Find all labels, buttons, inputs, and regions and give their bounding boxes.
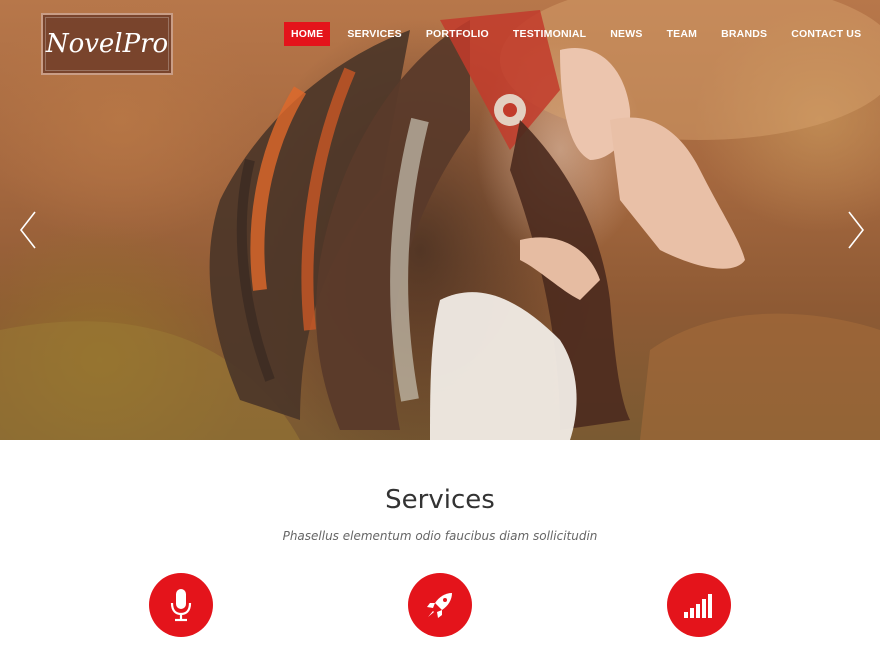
microphone-icon [170, 589, 192, 622]
nav-portfolio[interactable]: PORTFOLIO [419, 22, 496, 46]
service-microphone [149, 573, 213, 637]
site-logo[interactable]: NovelPro [41, 13, 173, 75]
services-title: Services [385, 485, 495, 515]
slider-prev-button[interactable] [18, 210, 38, 250]
logo-text: NovelPro [45, 29, 169, 59]
services-subtitle: Phasellus elementum odio faucibus diam s… [282, 529, 598, 543]
slider-next-button[interactable] [846, 210, 866, 250]
nav-news[interactable]: NEWS [603, 22, 649, 46]
nav-testimonial[interactable]: TESTIMONIAL [506, 22, 593, 46]
chevron-left-icon [19, 211, 36, 249]
signal-bars-icon [684, 594, 712, 618]
chevron-right-icon [848, 211, 865, 249]
main-nav: HOME SERVICES PORTFOLIO TESTIMONIAL NEWS… [284, 22, 878, 46]
nav-home[interactable]: HOME [284, 22, 331, 46]
nav-contact-us[interactable]: CONTACT US [784, 22, 868, 46]
service-signal [667, 573, 731, 637]
service-rocket [408, 573, 472, 637]
hero-slider: NovelPro HOME SERVICES PORTFOLIO TESTIMO… [0, 0, 880, 440]
nav-services[interactable]: SERVICES [340, 22, 409, 46]
nav-brands[interactable]: BRANDS [714, 22, 774, 46]
rocket-icon [427, 593, 452, 618]
nav-team[interactable]: TEAM [660, 22, 705, 46]
